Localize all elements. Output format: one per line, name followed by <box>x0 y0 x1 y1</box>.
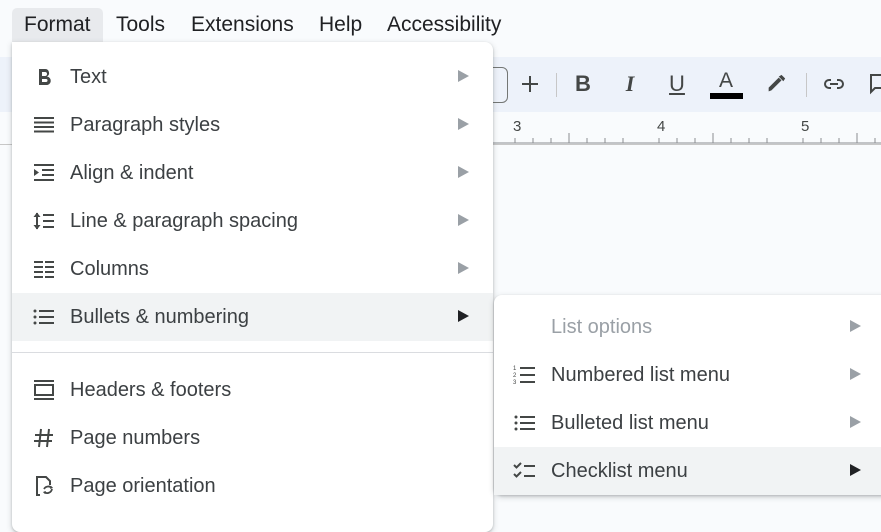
menu-help[interactable]: Help <box>307 8 374 42</box>
bullets-numbering-submenu: List options 123 Numbered list menu Bull… <box>494 295 881 495</box>
text-color-button[interactable]: A <box>709 67 743 101</box>
hash-icon <box>34 428 53 448</box>
menu-item-page-numbers[interactable]: Page numbers <box>12 414 493 462</box>
ruler-number: 4 <box>657 118 666 135</box>
submenu-arrow-icon <box>458 166 469 178</box>
menu-item-label: Checklist menu <box>551 460 688 482</box>
submenu-arrow-icon <box>850 416 861 428</box>
submenu-arrow-icon <box>458 118 469 130</box>
insert-link-button[interactable] <box>817 67 851 101</box>
text-color-icon: A <box>718 68 733 92</box>
bold-button[interactable]: B <box>566 67 600 101</box>
menu-item-label: Bulleted list menu <box>551 412 709 434</box>
menu-item-bullets-numbering[interactable]: Bullets & numbering <box>12 293 493 341</box>
add-comment-button[interactable] <box>862 67 881 101</box>
highlight-button[interactable] <box>759 67 793 101</box>
format-menu: Text Paragraph styles Align & indent Lin… <box>12 42 493 532</box>
submenu-arrow-icon <box>458 310 469 322</box>
menu-item-align-indent[interactable]: Align & indent <box>12 149 493 197</box>
svg-text:1: 1 <box>513 366 517 372</box>
line-spacing-icon <box>33 212 54 230</box>
menu-tools[interactable]: Tools <box>104 8 177 42</box>
submenu-item-list-options: List options <box>494 303 881 351</box>
menu-item-label: Align & indent <box>70 162 194 184</box>
menu-accessibility[interactable]: Accessibility <box>375 8 513 42</box>
link-icon <box>824 79 844 89</box>
checklist-icon <box>513 462 535 478</box>
svg-text:3: 3 <box>513 380 517 386</box>
menu-item-label: Columns <box>70 258 149 280</box>
submenu-arrow-icon <box>850 464 861 476</box>
increase-font-size-button[interactable] <box>513 67 547 101</box>
numbered-list-icon: 123 <box>513 366 535 386</box>
menu-item-page-orientation[interactable]: Page orientation <box>12 462 493 510</box>
svg-text:2: 2 <box>513 373 517 379</box>
highlighter-icon <box>768 74 786 92</box>
menu-item-paragraph-styles[interactable]: Paragraph styles <box>12 101 493 149</box>
menu-item-label: Line & paragraph spacing <box>70 210 298 232</box>
underline-button[interactable]: U <box>660 67 694 101</box>
menu-item-label: Page orientation <box>70 475 216 497</box>
menu-item-label: Page numbers <box>70 427 201 449</box>
text-color-swatch <box>709 92 743 99</box>
menu-item-label: Headers & footers <box>70 379 232 401</box>
menu-item-label: Paragraph styles <box>70 114 221 136</box>
submenu-arrow-icon <box>458 262 469 274</box>
menu-item-label: Text <box>70 66 107 88</box>
submenu-item-numbered-list[interactable]: 123 Numbered list menu <box>494 351 881 399</box>
menu-item-headers-footers[interactable]: Headers & footers <box>12 366 493 414</box>
menu-format[interactable]: Format <box>12 8 103 42</box>
menu-item-columns[interactable]: Columns <box>12 245 493 293</box>
submenu-arrow-icon <box>850 368 861 380</box>
bold-icon <box>39 68 51 86</box>
submenu-item-bulleted-list[interactable]: Bulleted list menu <box>494 399 881 447</box>
menu-extensions[interactable]: Extensions <box>179 8 306 42</box>
plus-icon <box>522 76 538 92</box>
submenu-item-checklist[interactable]: Checklist menu <box>494 447 881 495</box>
menu-item-label: Numbered list menu <box>551 364 730 386</box>
submenu-arrow-icon <box>850 320 861 332</box>
menu-item-line-spacing[interactable]: Line & paragraph spacing <box>12 197 493 245</box>
menu-item-text[interactable]: Text <box>12 53 493 101</box>
toolbar-divider <box>806 73 807 97</box>
toolbar-divider <box>556 73 557 97</box>
bulleted-list-icon <box>514 415 535 431</box>
ruler-number: 5 <box>801 118 810 135</box>
menu-item-label: Bullets & numbering <box>70 306 249 328</box>
submenu-arrow-icon <box>458 214 469 226</box>
indent-icon <box>34 164 54 181</box>
page-orientation-icon <box>36 476 53 496</box>
headers-footers-icon <box>34 380 54 400</box>
ruler-number: 3 <box>513 118 522 135</box>
submenu-arrow-icon <box>458 70 469 82</box>
italic-button[interactable]: I <box>613 67 647 101</box>
menu-divider <box>12 352 493 353</box>
paragraph-styles-icon <box>34 117 54 133</box>
bulleted-list-icon <box>33 309 54 325</box>
comment-icon <box>870 74 881 95</box>
menu-item-label: List options <box>551 316 653 338</box>
columns-icon <box>34 261 54 278</box>
